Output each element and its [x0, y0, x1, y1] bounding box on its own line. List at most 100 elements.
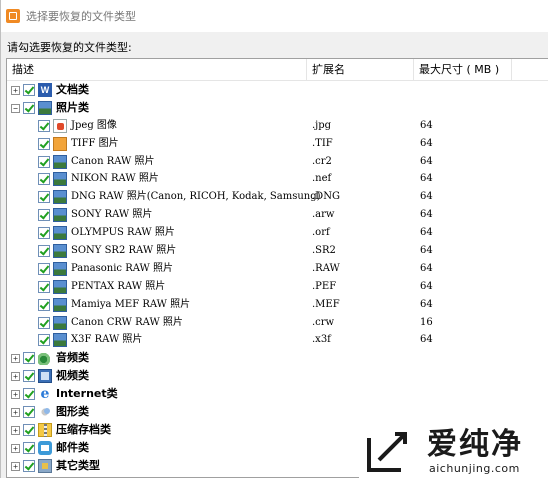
video-icon	[38, 369, 52, 384]
category-row[interactable]: + 音频类	[7, 349, 548, 367]
row-extension: .TIF	[312, 137, 333, 149]
row-checkbox[interactable]	[23, 388, 35, 401]
row-label: 视频类	[56, 369, 89, 383]
row-checkbox[interactable]	[23, 459, 35, 472]
row-label: DNG RAW 照片(Canon, RICOH, Kodak, Samsung)	[71, 191, 321, 203]
row-checkbox[interactable]	[38, 298, 50, 311]
watermark-logo: 爱纯净 aichunjing.com	[359, 426, 548, 478]
category-row[interactable]: + 图形类	[7, 403, 548, 421]
file-type-row[interactable]: Canon RAW 照片 .cr2 64	[7, 153, 548, 171]
mail-icon	[38, 440, 52, 455]
watermark-text-cn: 爱纯净	[427, 427, 523, 462]
row-label: Mamiya MEF RAW 照片	[71, 298, 191, 310]
collapse-icon[interactable]: −	[11, 103, 20, 113]
file-type-row[interactable]: Panasonic RAW 照片 .RAW 64	[7, 260, 548, 278]
row-checkbox[interactable]	[38, 209, 50, 222]
expand-icon[interactable]: +	[11, 390, 20, 400]
row-checkbox[interactable]	[38, 227, 50, 240]
row-extension: .PEF	[312, 280, 337, 292]
row-checkbox[interactable]	[23, 84, 35, 96]
photo-icon	[53, 172, 67, 187]
archive-icon	[38, 422, 52, 437]
row-label: 文档类	[56, 83, 89, 96]
row-extension: .crw	[312, 316, 335, 328]
row-checkbox[interactable]	[38, 334, 50, 347]
row-max-size: 16	[420, 316, 433, 328]
row-checkbox[interactable]	[23, 406, 35, 419]
row-checkbox[interactable]	[38, 155, 50, 168]
row-max-size: 64	[420, 280, 433, 292]
row-label: NIKON RAW 照片	[71, 173, 159, 185]
list-header: 描述 扩展名 最大尺寸 ( MB )	[7, 59, 548, 81]
row-max-size: 64	[420, 298, 433, 310]
file-type-row[interactable]: TIFF 图片 .TIF 64	[7, 135, 548, 153]
column-header-max-size[interactable]: 最大尺寸 ( MB )	[414, 59, 512, 81]
row-checkbox[interactable]	[23, 352, 35, 365]
file-type-row[interactable]: Jpeg 图像 .jpg 64	[7, 117, 548, 135]
row-extension: .RAW	[312, 262, 340, 274]
row-extension: .jpg	[312, 119, 332, 131]
category-row[interactable]: + e Internet类	[7, 385, 548, 403]
column-header-description[interactable]: 描述	[7, 59, 307, 81]
photo-icon	[53, 154, 67, 169]
photo-icon	[53, 279, 67, 294]
photo-icon	[38, 100, 52, 115]
category-row[interactable]: + 视频类	[7, 367, 548, 385]
file-type-row[interactable]: Mamiya MEF RAW 照片 .MEF 64	[7, 296, 548, 314]
row-checkbox[interactable]	[38, 191, 50, 204]
photo-icon	[53, 333, 67, 348]
row-label: Canon RAW 照片	[71, 155, 155, 167]
row-max-size: 64	[420, 191, 433, 203]
row-max-size: 64	[420, 137, 433, 149]
row-checkbox[interactable]	[38, 316, 50, 329]
audio-icon	[38, 351, 52, 366]
row-extension: .SR2	[312, 245, 336, 257]
row-label: OLYMPUS RAW 照片	[71, 227, 175, 239]
row-label: SONY SR2 RAW 照片	[71, 245, 177, 257]
expand-icon[interactable]: +	[11, 425, 20, 435]
category-row[interactable]: + W 文档类	[7, 81, 548, 99]
expand-icon[interactable]: +	[11, 86, 20, 95]
row-checkbox[interactable]	[38, 262, 50, 275]
row-max-size: 64	[420, 334, 433, 346]
row-checkbox[interactable]	[23, 370, 35, 383]
row-checkbox[interactable]	[23, 423, 35, 436]
window-title: 选择要恢复的文件类型	[26, 10, 136, 23]
file-type-row[interactable]: SONY SR2 RAW 照片 .SR2 64	[7, 242, 548, 260]
row-checkbox[interactable]	[38, 137, 50, 150]
file-type-row[interactable]: NIKON RAW 照片 .nef 64	[7, 170, 548, 188]
file-type-row[interactable]: PENTAX RAW 照片 .PEF 64	[7, 278, 548, 296]
tiff-icon	[53, 136, 67, 151]
file-type-list[interactable]: 描述 扩展名 最大尺寸 ( MB ) + W 文档类 − 照片类 Jpeg 图像 .jpg 6…	[6, 58, 548, 478]
row-checkbox[interactable]	[23, 101, 35, 114]
file-type-row[interactable]: OLYMPUS RAW 照片 .orf 64	[7, 224, 548, 242]
column-header-extension[interactable]: 扩展名	[307, 59, 414, 81]
expand-icon[interactable]: +	[11, 443, 20, 453]
title-bar: 选择要恢复的文件类型	[1, 0, 548, 32]
photo-icon	[53, 297, 67, 312]
graphics-icon	[38, 405, 52, 420]
file-type-row[interactable]: Canon CRW RAW 照片 .crw 16	[7, 314, 548, 332]
row-label: 其它类型	[56, 458, 100, 472]
app-icon	[6, 9, 20, 23]
expand-icon[interactable]: +	[11, 461, 20, 471]
row-label: 邮件类	[56, 440, 89, 454]
file-type-row[interactable]: X3F RAW 照片 .x3f 64	[7, 331, 548, 349]
row-checkbox[interactable]	[38, 280, 50, 293]
row-label: Jpeg 图像	[71, 119, 117, 131]
row-checkbox[interactable]	[23, 441, 35, 454]
photo-icon	[53, 261, 67, 276]
row-checkbox[interactable]	[38, 173, 50, 186]
expand-icon[interactable]: +	[11, 354, 20, 364]
recovery-file-type-dialog: 选择要恢复的文件类型 请勾选要恢复的文件类型: 描述 扩展名 最大尺寸 ( MB…	[0, 0, 548, 478]
row-checkbox[interactable]	[38, 245, 50, 258]
expand-icon[interactable]: +	[11, 408, 20, 418]
photo-icon	[53, 190, 67, 205]
row-max-size: 64	[420, 262, 433, 274]
category-row[interactable]: − 照片类	[7, 99, 548, 117]
file-type-row[interactable]: DNG RAW 照片(Canon, RICOH, Kodak, Samsung)…	[7, 188, 548, 206]
expand-icon[interactable]: +	[11, 372, 20, 382]
file-type-row[interactable]: SONY RAW 照片 .arw 64	[7, 206, 548, 224]
row-checkbox[interactable]	[38, 119, 50, 132]
row-extension: .nef	[312, 173, 332, 185]
